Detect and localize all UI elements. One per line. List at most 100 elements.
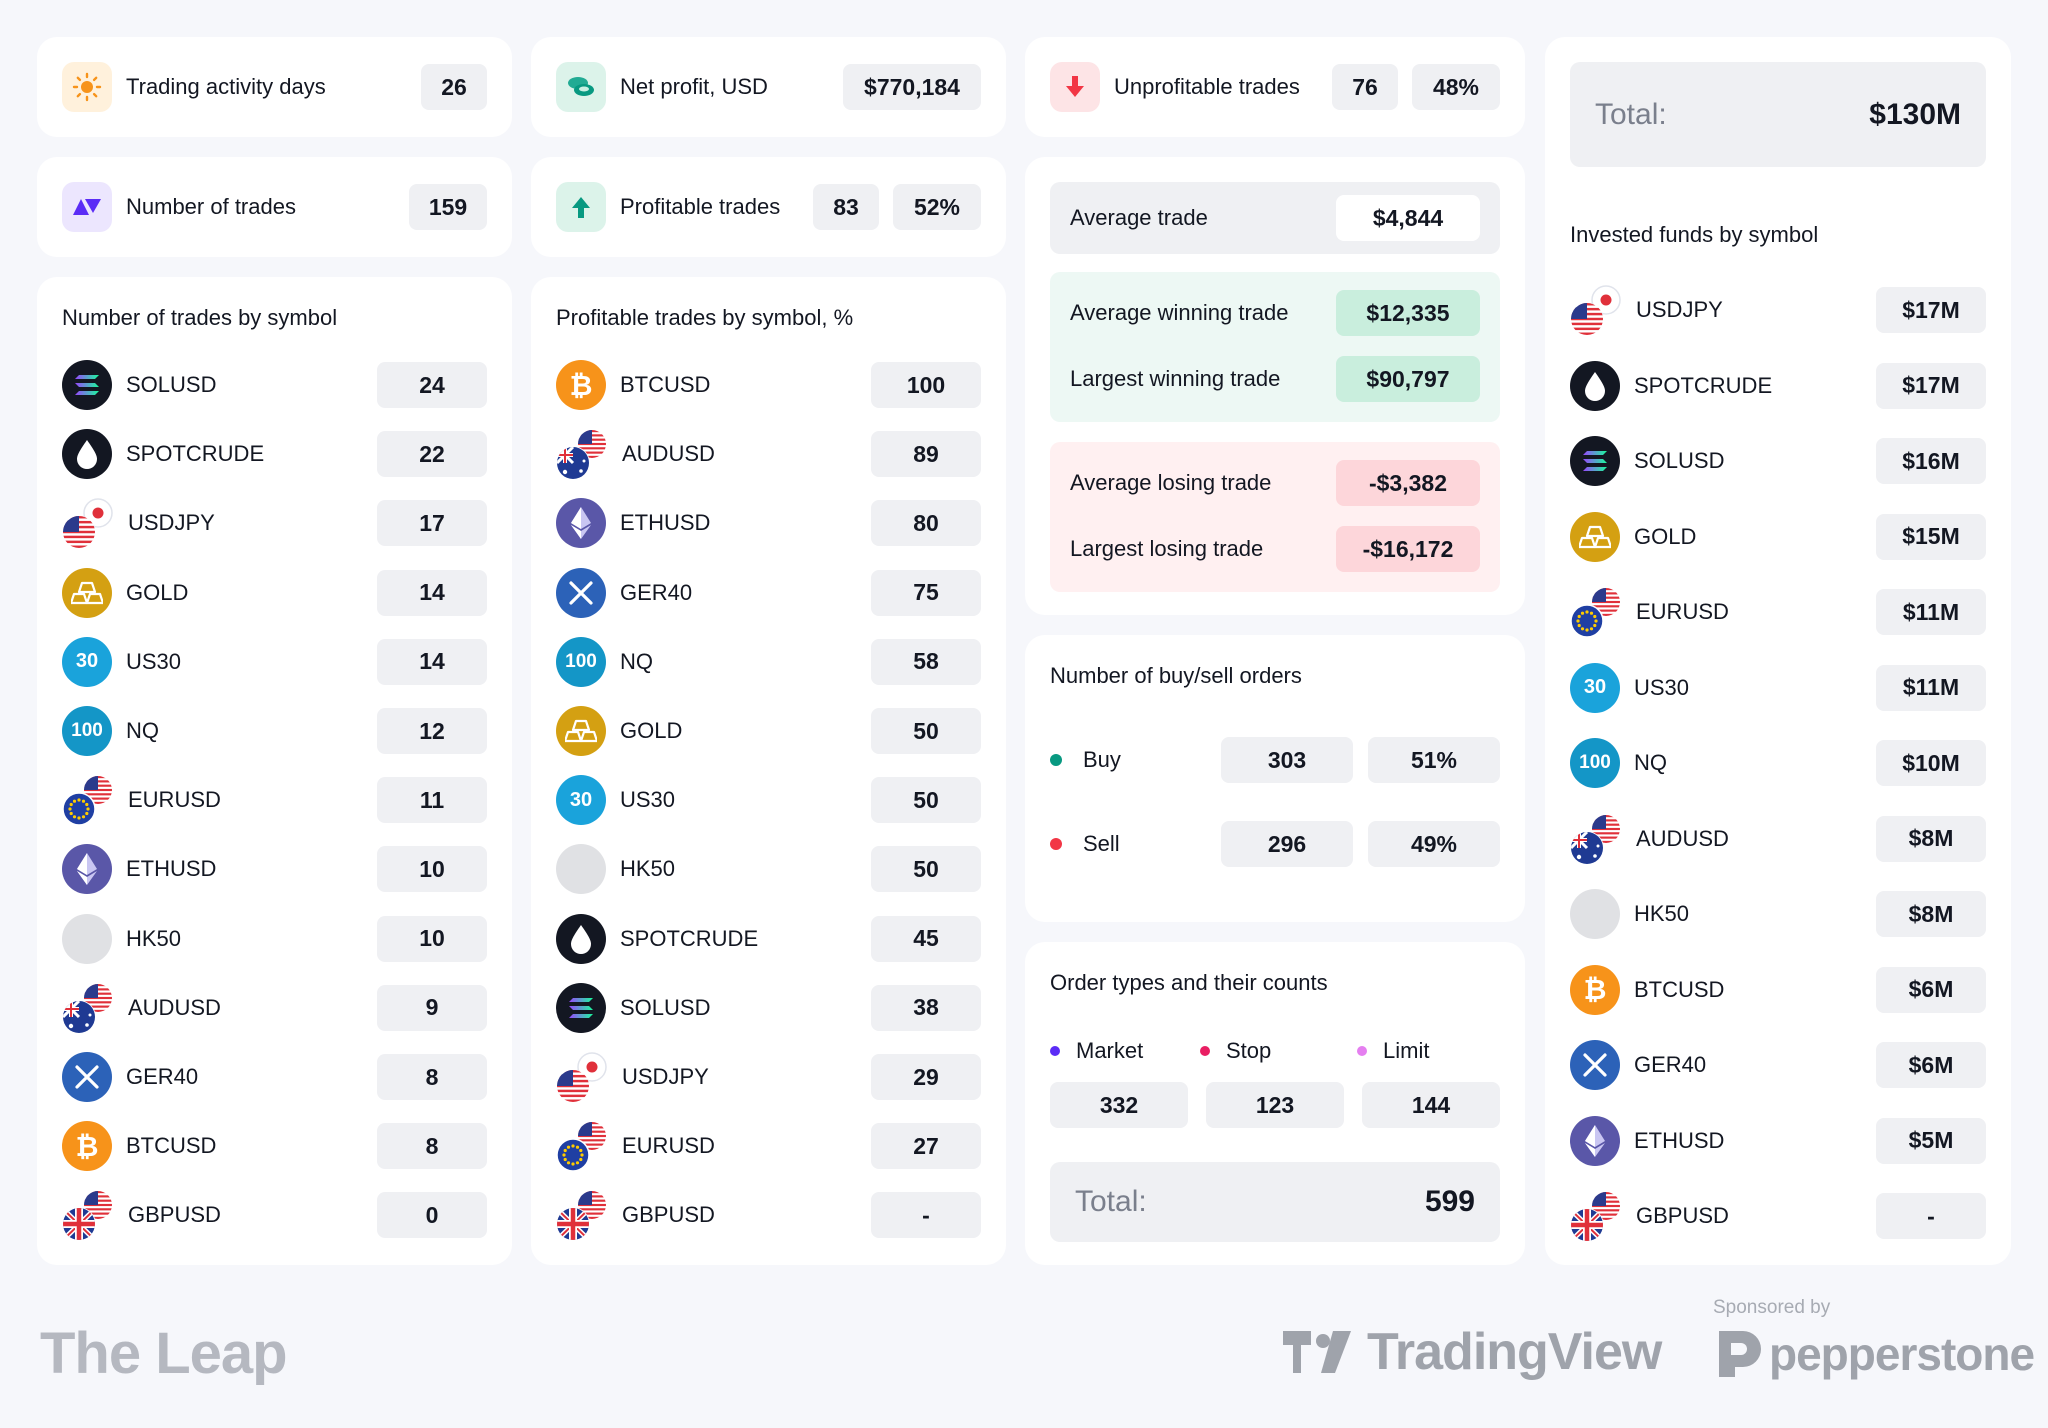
trades-by-symbol-title: Number of trades by symbol [62, 305, 338, 330]
list-item: EURUSD 27 [556, 1121, 981, 1172]
audusd-flag-icon [62, 982, 114, 1034]
list-item: GBPUSD 0 [62, 1189, 487, 1242]
list-item: SOLUSD 38 [556, 982, 981, 1033]
symbol-name: ETHUSD [126, 856, 217, 882]
symbol-value: 80 [871, 500, 981, 547]
unprofitable-count: 76 [1332, 64, 1398, 110]
pepperstone-logo: pepperstone [1713, 1327, 2035, 1381]
money-icon [556, 62, 606, 112]
stop-legend: Stop [1200, 1038, 1357, 1064]
list-item: 100 NQ 58 [556, 636, 981, 687]
list-item: GOLD 50 [556, 706, 981, 756]
activity-days-value: 26 [421, 64, 487, 110]
sponsored-by-label: Sponsored by [1713, 1297, 1831, 1318]
sell-pct: 49% [1368, 821, 1500, 867]
symbol-value: 38 [871, 984, 981, 1031]
symbol-name: EURUSD [1636, 599, 1729, 624]
list-item: SOLUSD 24 [62, 360, 487, 410]
symbol-value: $5M [1876, 1117, 1986, 1164]
hk50-icon [556, 844, 606, 895]
list-item: GOLD $15M [1570, 511, 1986, 562]
symbol-name: GBPUSD [622, 1202, 715, 1228]
symbol-value: $17M [1876, 362, 1986, 409]
symbol-value: 50 [871, 708, 981, 754]
symbol-value: 14 [377, 638, 487, 685]
usdjpy-flag-icon [1570, 284, 1622, 336]
symbol-value: 50 [871, 777, 981, 824]
symbol-name: GER40 [126, 1064, 199, 1089]
list-item: ETHUSD 10 [62, 844, 487, 895]
average-trade-value: $4,844 [1336, 195, 1480, 241]
stop-dot-icon [1200, 1046, 1210, 1056]
bitcoin-icon: ₿ [1570, 964, 1620, 1015]
triangles-icon [62, 182, 112, 232]
symbol-name: GER40 [1634, 1052, 1707, 1077]
symbol-name: BTCUSD [126, 1133, 217, 1159]
gbpusd-flag-icon [556, 1189, 608, 1242]
list-item: SOLUSD $16M [1570, 436, 1986, 486]
list-item: USDJPY $17M [1570, 285, 1986, 335]
list-item: GBPUSD - [556, 1189, 981, 1242]
list-item: 100 NQ 12 [62, 706, 487, 756]
symbol-value: $8M [1876, 815, 1986, 862]
nq-100-icon: 100 [62, 706, 112, 756]
symbol-name: SOLUSD [126, 372, 217, 397]
number-of-trades-value: 159 [409, 184, 487, 230]
average-winning-label: Average winning trade [1070, 300, 1289, 325]
largest-winning-value: $90,797 [1336, 356, 1480, 402]
average-losing-label: Average losing trade [1070, 470, 1272, 495]
list-item: GER40 75 [556, 567, 981, 618]
nq-100-icon: 100 [1570, 738, 1620, 788]
list-item: 30 US30 50 [556, 775, 981, 826]
symbol-name: HK50 [1634, 901, 1690, 926]
list-item: EURUSD 11 [62, 775, 487, 826]
unprofitable-label: Unprofitable trades [1114, 74, 1300, 99]
symbol-value: 10 [377, 846, 487, 893]
symbol-value: $16M [1876, 438, 1986, 484]
limit-label: Limit [1383, 1038, 1430, 1063]
nq-100-icon: 100 [556, 636, 606, 687]
symbol-value: $11M [1876, 664, 1986, 711]
symbol-name: EURUSD [622, 1133, 715, 1159]
trade-stats-card: Average trade $4,844 Average winning tra… [1025, 157, 1525, 615]
gold-bars-icon [1570, 511, 1620, 562]
stop-label: Stop [1226, 1038, 1272, 1063]
symbol-name: SPOTCRUDE [620, 925, 759, 951]
symbol-value: 9 [377, 984, 487, 1031]
symbol-value: 89 [871, 431, 981, 478]
symbol-value: $10M [1876, 740, 1986, 786]
order-total-label: Total: [1075, 1185, 1147, 1218]
oil-drop-icon [62, 429, 112, 480]
symbol-name: USDJPY [622, 1064, 709, 1089]
activity-days-label: Trading activity days [126, 74, 326, 99]
symbol-name: NQ [1634, 750, 1667, 775]
number-of-trades-label: Number of trades [126, 194, 296, 219]
profitable-card: Profitable trades 83 52% [531, 157, 1006, 257]
average-trade-label: Average trade [1070, 205, 1208, 230]
largest-winning-label: Largest winning trade [1070, 366, 1281, 391]
symbol-name: NQ [126, 718, 159, 743]
list-item: USDJPY 17 [62, 498, 487, 549]
tradingview-mark-icon [1283, 1331, 1351, 1373]
list-item: AUDUSD $8M [1570, 813, 1986, 865]
symbol-value: 14 [377, 569, 487, 616]
symbol-value: 8 [377, 1123, 487, 1170]
symbol-value: 27 [871, 1123, 981, 1170]
profitable-by-symbol-card: Profitable trades by symbol, % ₿ BTCUSD 10… [531, 277, 1006, 1265]
symbol-name: HK50 [620, 856, 676, 882]
net-profit-card: Net profit, USD $770,184 [531, 37, 1006, 137]
gbpusd-flag-icon [62, 1189, 114, 1242]
list-item: ₿ BTCUSD 100 [556, 360, 981, 410]
solana-icon [1570, 436, 1620, 486]
list-item: AUDUSD 89 [556, 429, 981, 480]
audusd-flag-icon [1570, 813, 1622, 865]
market-count: 332 [1050, 1082, 1188, 1128]
list-item: HK50 10 [62, 913, 487, 964]
symbol-value: 45 [871, 915, 981, 962]
symbol-value: 29 [871, 1054, 981, 1100]
arrow-up-icon [556, 182, 606, 232]
average-winning-value: $12,335 [1336, 290, 1480, 336]
limit-legend: Limit [1357, 1038, 1500, 1064]
tradingview-wordmark: TradingView [1367, 1323, 1662, 1381]
unprofitable-card: Unprofitable trades 76 48% [1025, 37, 1525, 137]
